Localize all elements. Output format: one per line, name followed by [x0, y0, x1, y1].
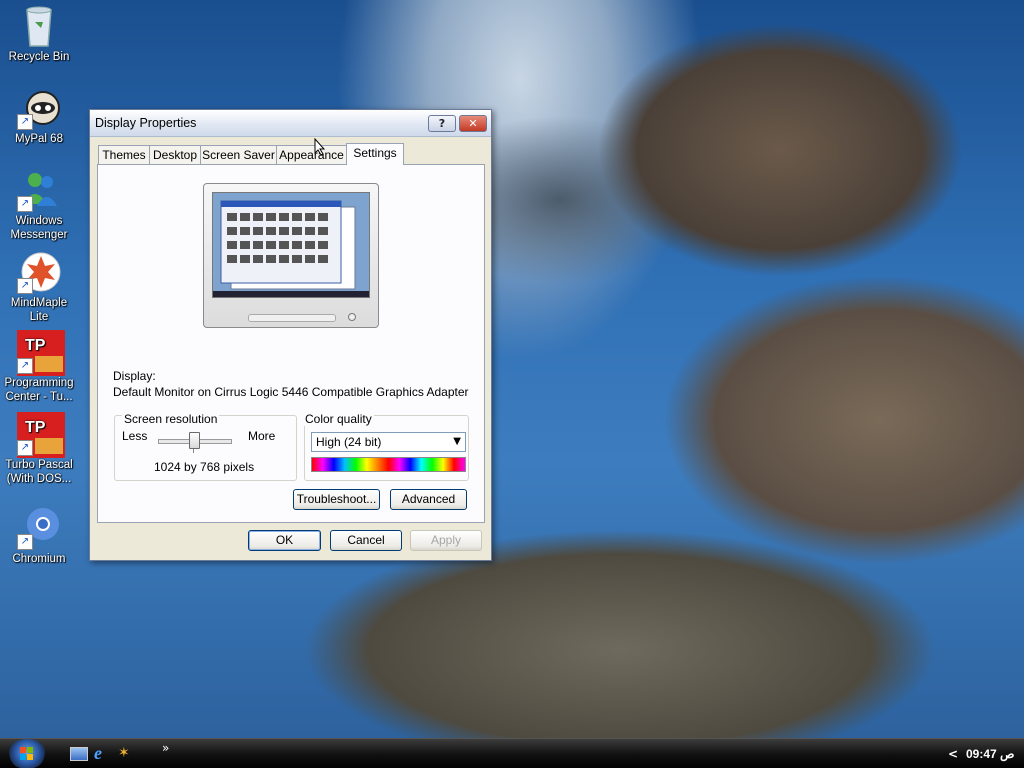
shortcut-arrow-icon: ↗ [17, 278, 33, 294]
display-properties-dialog: Display Properties ? ✕ Themes Desktop Sc… [89, 109, 492, 561]
desktop-icon-label: Chromium [12, 553, 66, 565]
desktop-icon-recycle-bin[interactable]: Recycle Bin [2, 4, 76, 64]
tab-desktop[interactable]: Desktop [149, 145, 201, 164]
monitor-screen [212, 192, 370, 298]
display-label: Display: [113, 369, 156, 383]
advanced-button[interactable]: Advanced [390, 489, 467, 510]
color-quality-value: High (24 bit) [316, 435, 382, 449]
tab-appearance[interactable]: Appearance [276, 145, 347, 164]
recycle-bin-icon [17, 4, 61, 48]
resolution-value: 1024 by 768 pixels [154, 460, 255, 474]
tp-icon: TP ↗ [17, 412, 65, 458]
messenger-icon: ↗ [17, 168, 61, 212]
desktop-icon-turbo-pascal[interactable]: TP ↗ Turbo Pascal (With DOS... [2, 412, 76, 486]
display-adapter-value: Default Monitor on Cirrus Logic 5446 Com… [113, 385, 469, 399]
ok-button[interactable]: OK [248, 530, 321, 551]
help-button[interactable]: ? [428, 115, 456, 132]
desktop-icon-mypal[interactable]: ↗ MyPal 68 [2, 86, 76, 146]
slider-thumb[interactable] [189, 432, 200, 449]
shortcut-arrow-icon: ↗ [17, 196, 33, 212]
clock[interactable]: 09:47 ص [966, 747, 1015, 761]
cancel-button[interactable]: Cancel [330, 530, 402, 551]
monitor-power-led [348, 313, 356, 321]
taskbar: e ✶ » < 09:47 ص [0, 738, 1024, 768]
start-button[interactable] [8, 739, 46, 768]
quicklaunch-expand[interactable]: » [162, 741, 169, 755]
screen-resolution-label: Screen resolution [122, 412, 220, 426]
chevron-down-icon[interactable]: ▼ [453, 436, 461, 447]
resolution-slider[interactable] [158, 432, 232, 453]
desktop-icon-label: Windows Messenger [10, 215, 68, 241]
desktop-icon-label: Turbo Pascal (With DOS... [5, 459, 73, 485]
mouse-cursor-icon [314, 138, 326, 156]
shortcut-arrow-icon: ↗ [17, 358, 33, 374]
tab-screen-saver[interactable]: Screen Saver [200, 145, 277, 164]
desktop-icon-label: Recycle Bin [8, 51, 70, 63]
desktop-icon-label: MyPal 68 [15, 133, 63, 145]
slider-tick [193, 449, 194, 453]
desktop-icon-label: MindMaple Lite [10, 297, 68, 323]
dialog-title: Display Properties [95, 116, 197, 130]
tab-themes[interactable]: Themes [98, 145, 150, 164]
show-desktop-icon[interactable] [70, 747, 88, 761]
tray-expand-arrow[interactable]: < [948, 747, 958, 761]
color-spectrum-bar [311, 457, 466, 472]
chromium-icon: ↗ [17, 506, 61, 550]
desktop-icon-windows-messenger[interactable]: ↗ Windows Messenger [2, 168, 76, 242]
svg-text:TP: TP [25, 337, 46, 354]
desktop-icon-label: Programming Center - Tu... [4, 377, 74, 403]
mindmaple-icon: ↗ [17, 250, 61, 294]
color-quality-select[interactable]: High (24 bit) ▼ [311, 432, 466, 452]
tp-icon: TP ↗ [17, 330, 65, 376]
internet-explorer-icon[interactable]: e [94, 743, 102, 764]
shortcut-arrow-icon: ↗ [17, 114, 33, 130]
shortcut-arrow-icon: ↗ [17, 440, 33, 456]
resolution-less-label: Less [122, 429, 148, 443]
mypal-icon: ↗ [17, 86, 61, 130]
desktop-icon-programming-center[interactable]: TP ↗ Programming Center - Tu... [2, 330, 76, 404]
tab-settings[interactable]: Settings [346, 143, 404, 165]
dialog-titlebar[interactable]: Display Properties ? ✕ [90, 110, 491, 137]
svg-text:TP: TP [25, 419, 46, 436]
desktop-icon-chromium[interactable]: ↗ Chromium [2, 506, 76, 566]
media-player-icon[interactable]: ✶ [118, 745, 130, 761]
apply-button[interactable]: Apply [410, 530, 482, 551]
settings-panel: Display: Default Monitor on Cirrus Logic… [97, 164, 485, 523]
troubleshoot-button[interactable]: Troubleshoot... [293, 489, 380, 510]
color-quality-label: Color quality [303, 412, 374, 426]
monitor-preview [203, 183, 379, 328]
close-button[interactable]: ✕ [459, 115, 487, 132]
windows-logo-icon [20, 747, 33, 760]
resolution-more-label: More [248, 429, 276, 443]
desktop-icon-mindmaple[interactable]: ↗ MindMaple Lite [2, 250, 76, 324]
shortcut-arrow-icon: ↗ [17, 534, 33, 550]
monitor-stand [248, 314, 336, 322]
